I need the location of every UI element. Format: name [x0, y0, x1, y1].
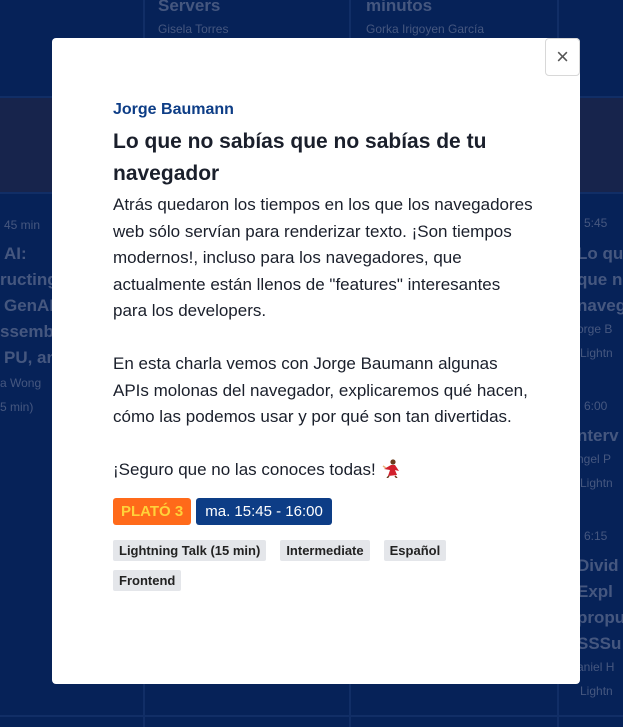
- tag-language: Español: [383, 539, 447, 561]
- session-detail-modal: × Jorge Baumann Lo que no sabías que no …: [52, 38, 580, 684]
- description-closing-text: ¡Seguro que no las conoces todas!: [113, 460, 376, 479]
- speaker-name: Jorge Baumann: [113, 101, 234, 118]
- session-description: Atrás quedaron los tiempos en los que lo…: [113, 192, 533, 484]
- stage-badge: PLATÓ 3: [113, 497, 192, 525]
- tag-level: Intermediate: [280, 539, 370, 561]
- close-button[interactable]: ×: [545, 38, 580, 76]
- tag-format: Lightning Talk (15 min): [113, 539, 267, 561]
- dancer-icon: [383, 459, 400, 478]
- description-paragraph: En esta charla vemos con Jorge Baumann a…: [113, 354, 528, 426]
- session-title: Lo que no sabías que no sabías de tu nav…: [113, 130, 487, 185]
- tag-track: Frontend: [113, 569, 182, 591]
- description-paragraph: Atrás quedaron los tiempos en los que lo…: [113, 195, 533, 320]
- session-tags: Lightning Talk (15 min) Intermediate Esp…: [113, 539, 493, 591]
- modal-content: Jorge Baumann Lo que no sabías que no sa…: [113, 100, 533, 591]
- description-paragraph: ¡Seguro que no las conoces todas!: [113, 457, 533, 484]
- session-meta: PLATÓ 3 ma. 15:45 - 16:00: [113, 497, 533, 525]
- close-icon[interactable]: ×: [556, 44, 569, 70]
- time-badge: ma. 15:45 - 16:00: [196, 497, 332, 525]
